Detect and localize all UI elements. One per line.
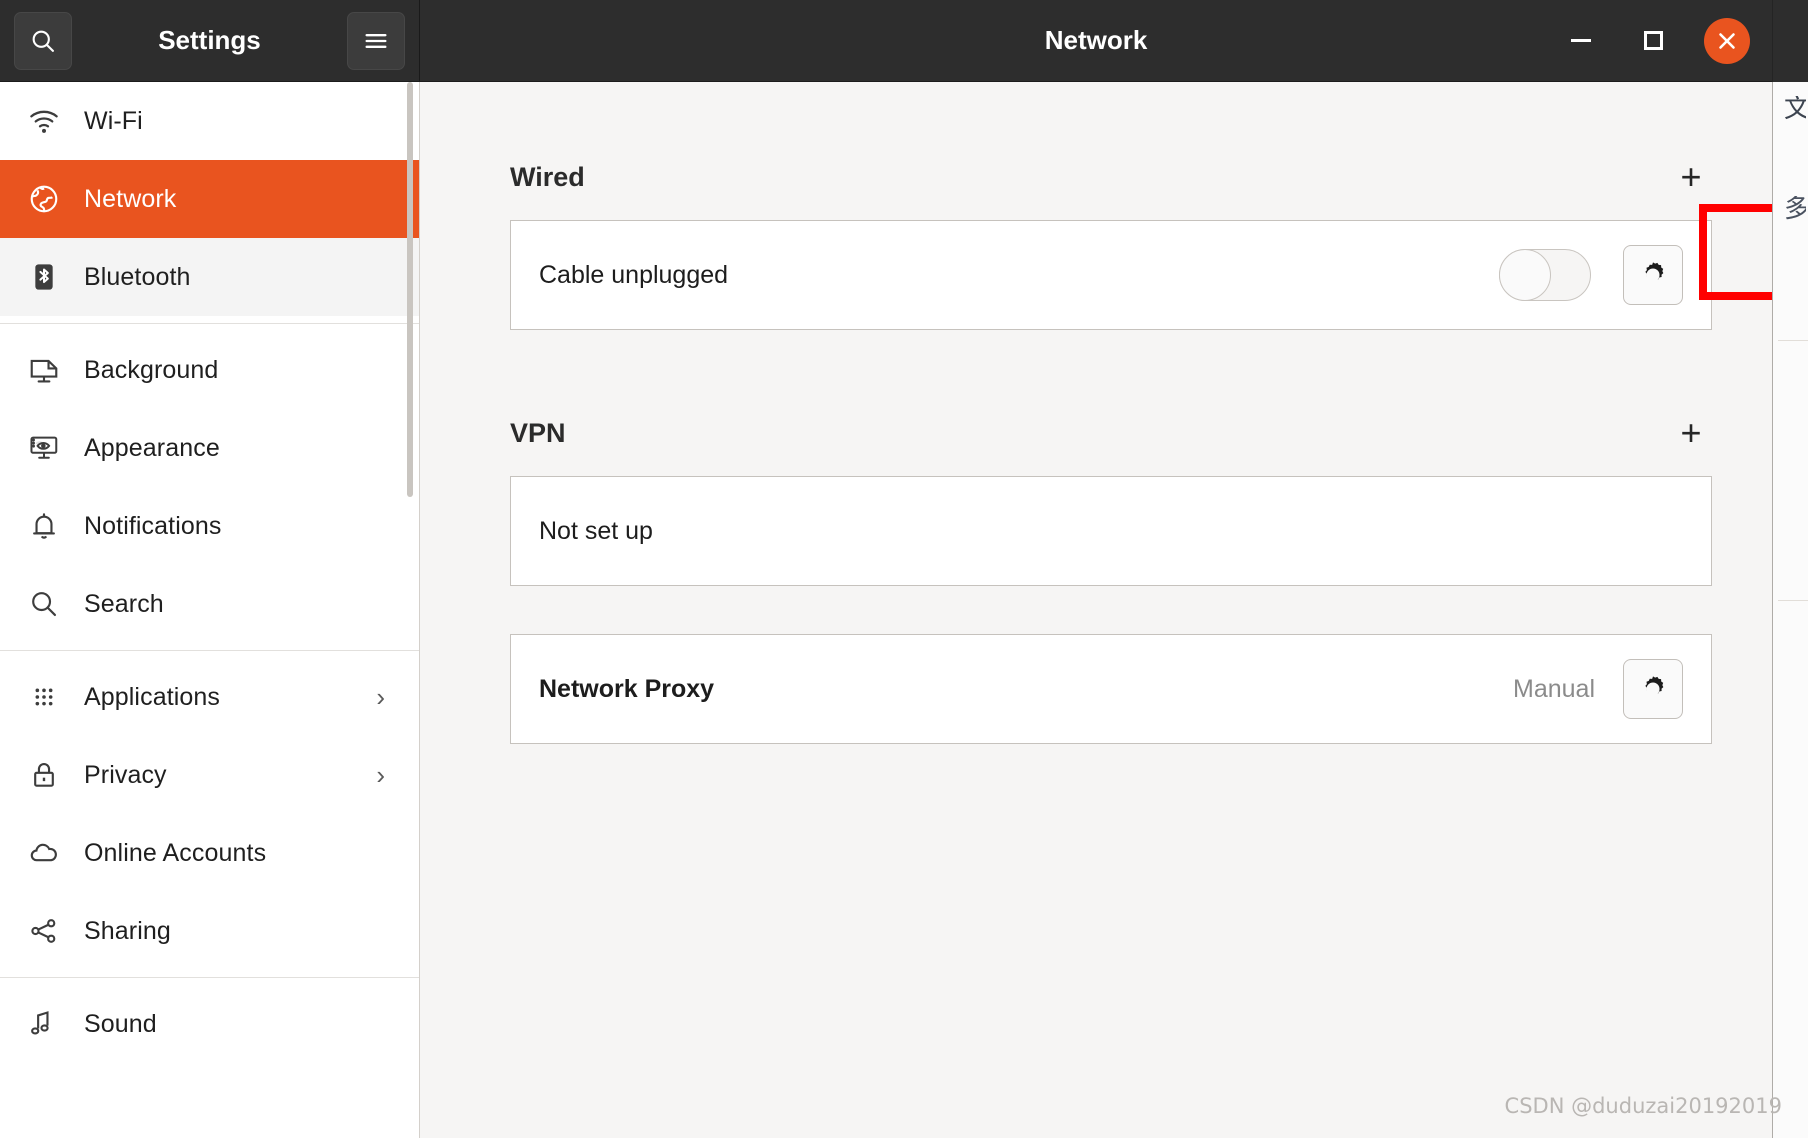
bell-icon	[20, 510, 68, 542]
background-window[interactable]: 文 多	[1772, 0, 1808, 1138]
vpn-status-label: Not set up	[539, 516, 653, 545]
minimize-button[interactable]	[1560, 20, 1602, 62]
sidebar-item-label: Privacy	[84, 760, 167, 789]
network-settings-panel: Wired + Cable unplugged VPN + Not set up…	[420, 82, 1772, 1138]
background-window-divider-1	[1778, 340, 1808, 341]
sidebar-item-wifi[interactable]: Wi-Fi	[0, 82, 419, 160]
network-proxy-value: Manual	[1513, 674, 1595, 703]
wired-connection-row: Cable unplugged	[510, 220, 1712, 330]
sidebar-item-network[interactable]: Network	[0, 160, 419, 238]
background-window-glyph-2: 多	[1784, 196, 1806, 222]
network-proxy-label: Network Proxy	[539, 674, 715, 703]
lock-icon	[20, 759, 68, 791]
background-window-divider-2	[1778, 600, 1808, 601]
sidebar-divider	[0, 977, 419, 978]
watermark: CSDN @duduzai20192019	[1504, 1094, 1782, 1118]
sidebar-item-label: Search	[84, 589, 164, 618]
sidebar-item-sharing[interactable]: Sharing	[0, 892, 419, 970]
chevron-right-icon: ›	[376, 759, 385, 790]
sidebar-item-label: Sharing	[84, 916, 171, 945]
background-window-glyph-1: 文	[1784, 96, 1806, 122]
wired-status-label: Cable unplugged	[539, 260, 729, 289]
settings-window: Settings Network Wi-Fi Network Bluetooth…	[0, 0, 1772, 1138]
add-vpn-button[interactable]: +	[1670, 412, 1712, 454]
titlebar-left-pane: Settings	[0, 0, 420, 81]
sidebar: Wi-Fi Network Bluetooth Background Appea…	[0, 82, 420, 1138]
titlebar: Settings Network	[0, 0, 1772, 82]
grid-dots-icon	[20, 681, 68, 713]
add-wired-connection-button[interactable]: +	[1670, 156, 1712, 198]
sidebar-item-label: Online Accounts	[84, 838, 267, 867]
appearance-icon	[20, 432, 68, 464]
sidebar-item-label: Network	[84, 184, 177, 213]
sidebar-item-notifications[interactable]: Notifications	[0, 487, 419, 565]
network-proxy-row: Network Proxy Manual	[510, 634, 1712, 744]
window-body: Wi-Fi Network Bluetooth Background Appea…	[0, 82, 1772, 1138]
bluetooth-icon	[20, 261, 68, 293]
vpn-row[interactable]: Not set up	[510, 476, 1712, 586]
wired-section-title: Wired	[510, 161, 585, 192]
share-icon	[20, 915, 68, 947]
sidebar-item-label: Sound	[84, 1009, 157, 1038]
maximize-button[interactable]	[1632, 20, 1674, 62]
sidebar-item-privacy[interactable]: Privacy ›	[0, 736, 419, 814]
sidebar-item-applications[interactable]: Applications ›	[0, 658, 419, 736]
sidebar-divider	[0, 323, 419, 324]
sidebar-item-label: Notifications	[84, 511, 222, 540]
hamburger-menu-icon	[365, 33, 387, 48]
sidebar-item-bluetooth[interactable]: Bluetooth	[0, 238, 419, 316]
sidebar-item-background[interactable]: Background	[0, 331, 419, 409]
wired-section-header: Wired +	[510, 156, 1712, 198]
vpn-section-header: VPN +	[510, 412, 1712, 454]
sidebar-item-sound[interactable]: Sound	[0, 985, 419, 1063]
window-controls	[1560, 17, 1750, 64]
sidebar-item-label: Wi-Fi	[84, 106, 143, 135]
sidebar-item-label: Bluetooth	[84, 262, 191, 291]
maximize-icon	[1643, 31, 1663, 50]
wifi-icon	[20, 105, 68, 137]
app-title: Settings	[158, 25, 261, 55]
wired-settings-button[interactable]	[1623, 245, 1683, 305]
globe-icon	[20, 183, 68, 215]
gear-icon	[1645, 676, 1664, 696]
gear-icon	[1645, 262, 1664, 282]
sound-icon	[20, 1008, 68, 1040]
search-button[interactable]	[14, 11, 72, 70]
sidebar-item-label: Applications	[84, 682, 221, 711]
chevron-right-icon: ›	[376, 681, 385, 712]
minimize-icon	[1571, 39, 1591, 42]
desktop: 文 多 Settings Network Wi-Fi Network Bluet…	[0, 0, 1808, 1138]
sidebar-item-appearance[interactable]: Appearance	[0, 409, 419, 487]
sidebar-item-search[interactable]: Search	[0, 565, 419, 643]
sidebar-item-online-accounts[interactable]: Online Accounts	[0, 814, 419, 892]
monitor-icon	[20, 354, 68, 386]
search-icon	[32, 30, 54, 52]
wired-toggle-knob	[1499, 249, 1551, 301]
background-window-titlebar	[1772, 0, 1808, 82]
sidebar-scrollbar[interactable]	[407, 82, 413, 497]
search-icon	[20, 588, 68, 620]
wired-toggle[interactable]	[1499, 249, 1591, 301]
network-proxy-settings-button[interactable]	[1623, 659, 1683, 719]
titlebar-right-pane: Network	[420, 0, 1772, 81]
close-button[interactable]	[1704, 17, 1750, 64]
menu-button[interactable]	[347, 11, 405, 70]
sidebar-item-label: Background	[84, 355, 219, 384]
cloud-icon	[20, 837, 68, 869]
vpn-section-title: VPN	[510, 417, 566, 448]
sidebar-divider	[0, 650, 419, 651]
sidebar-item-label: Appearance	[84, 433, 220, 462]
close-icon	[1719, 32, 1735, 49]
